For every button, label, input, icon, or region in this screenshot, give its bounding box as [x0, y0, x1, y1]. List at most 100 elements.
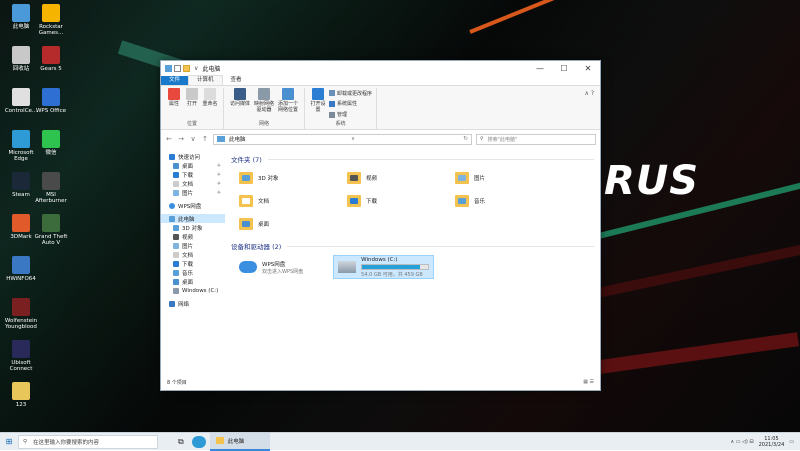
desktop-shortcut[interactable]: Rockstar Games... — [34, 4, 68, 36]
quick-access-dropdown-icon[interactable]: ∨ — [194, 65, 198, 72]
nav-quick-access[interactable]: 快速访问 — [161, 152, 225, 161]
folder-item[interactable]: 音乐 — [455, 191, 563, 210]
desktop-shortcut[interactable]: MSI Afterburner — [34, 172, 68, 204]
ribbon-group-label: 位置 — [186, 121, 197, 127]
up-button[interactable]: ↑ — [201, 135, 209, 143]
app-icon — [42, 88, 60, 106]
nav-desktop[interactable]: 桌面 ✈ — [161, 161, 225, 170]
minimize-button[interactable]: — — [528, 64, 552, 73]
folder-item[interactable]: 视频 — [347, 168, 455, 187]
app-icon — [42, 46, 60, 64]
desktop-shortcut-label: Wolfenstein Youngblood — [4, 318, 38, 330]
app-icon — [12, 340, 30, 358]
pin-icon: ✈ — [216, 180, 221, 187]
desktop-shortcut[interactable]: 微信 — [34, 130, 68, 156]
search-icon: ⚲ — [480, 136, 484, 142]
drives-group-header[interactable]: 设备和驱动器 (2) — [231, 241, 594, 251]
app-icon — [12, 130, 30, 148]
notification-icon[interactable]: ▭ — [789, 439, 794, 445]
desktop-shortcut[interactable]: 123 — [4, 382, 38, 408]
open-button[interactable]: 打开 — [183, 88, 201, 120]
nav-pc-item[interactable]: 下载 — [161, 259, 225, 268]
back-button[interactable]: ← — [165, 135, 173, 143]
start-button[interactable]: ⊞ — [0, 437, 18, 446]
nav-pc-item[interactable]: 3D 对象 — [161, 223, 225, 232]
open-settings-button[interactable]: 打开设置 — [309, 88, 327, 120]
taskbar-search-box[interactable]: ⚲ 在这里输入你要搜索的内容 — [18, 434, 158, 449]
nav-pc-item[interactable]: Windows (C:) — [161, 286, 225, 295]
tray-icons[interactable]: ∧ ▭ ◁) ⊟ — [730, 439, 753, 445]
access-media-button[interactable]: 访问媒体 — [228, 88, 252, 120]
properties-icon[interactable] — [174, 65, 181, 72]
drive-subtext: 双击进入WPS网盘 — [262, 268, 304, 275]
task-view-button[interactable]: ⧉ — [178, 437, 184, 447]
file-explorer-window[interactable]: ∨ 此电脑 — ☐ ✕ 文件 计算机 查看 属性 打开 重命名 位置 访问媒体 … — [160, 60, 601, 391]
desktop-shortcut[interactable]: Ubisoft Connect — [4, 340, 38, 372]
forward-button[interactable]: → — [177, 135, 185, 143]
app-icon — [12, 88, 30, 106]
nav-downloads[interactable]: 下载 ✈ — [161, 170, 225, 179]
address-bar[interactable]: 此电脑 ∨ ↻ — [213, 133, 472, 145]
new-folder-icon[interactable] — [183, 65, 190, 72]
ribbon-collapse-help[interactable]: ∧ ? — [579, 88, 600, 129]
folder-label: 视频 — [366, 175, 378, 182]
file-list: 文件夹 (7) 3D 对象 视频 图片文档 下载 音乐桌面 设备和驱动器 (2) WPS… — [225, 148, 600, 373]
recent-locations-button[interactable]: ∨ — [189, 135, 197, 143]
add-network-location-button[interactable]: 添加一个网络位置 — [276, 88, 300, 120]
drive-wps-cloud[interactable]: WPS网盘 双击进入WPS网盘 — [239, 255, 303, 279]
nav-pc-item[interactable]: 桌面 — [161, 277, 225, 286]
folder-item[interactable]: 桌面 — [239, 214, 347, 233]
folder-item[interactable]: 图片 — [455, 168, 563, 187]
desktop-shortcut[interactable]: ControlCe... — [4, 88, 38, 114]
folder-item[interactable]: 下载 — [347, 191, 455, 210]
desktop-shortcut[interactable]: HWiNFO64 — [4, 256, 38, 282]
desktop-shortcut[interactable]: Grand Theft Auto V — [34, 214, 68, 246]
nav-pc-item[interactable]: 文档 — [161, 250, 225, 259]
system-properties-button[interactable]: 系统属性 — [329, 100, 372, 107]
tab-view[interactable]: 查看 — [223, 76, 250, 85]
nav-pc-item[interactable]: 图片 — [161, 241, 225, 250]
folders-group-header[interactable]: 文件夹 (7) — [231, 154, 594, 164]
edge-icon[interactable] — [191, 435, 206, 448]
manage-button[interactable]: 管理 — [329, 111, 372, 118]
nav-pc-item[interactable]: 视频 — [161, 232, 225, 241]
nav-wps-cloud[interactable]: WPS网盘 — [161, 201, 225, 210]
properties-button[interactable]: 属性 — [165, 88, 183, 120]
desktop-shortcut[interactable]: 回收站 — [4, 46, 38, 72]
clock[interactable]: 11:05 2021/3/24 — [759, 436, 785, 448]
search-input[interactable]: ⚲ 搜索"此电脑" — [476, 133, 596, 145]
nav-pictures[interactable]: 图片 ✈ — [161, 188, 225, 197]
nav-this-pc[interactable]: 此电脑 — [161, 214, 225, 223]
folder-item[interactable]: 3D 对象 — [239, 168, 347, 187]
view-mode-buttons[interactable]: ▦ ☰ — [583, 379, 594, 385]
maximize-button[interactable]: ☐ — [552, 64, 576, 73]
desktop-shortcut-label: 此电脑 — [12, 24, 30, 30]
nav-documents[interactable]: 文档 ✈ — [161, 179, 225, 188]
programs-icon — [329, 90, 335, 97]
rename-button[interactable]: 重命名 — [201, 88, 219, 120]
uninstall-program-button[interactable]: 卸载或更改程序 — [329, 90, 372, 97]
system-icon — [329, 100, 335, 107]
nav-pc-item[interactable]: 音乐 — [161, 268, 225, 277]
desktop-shortcut[interactable]: Microsoft Edge — [4, 130, 38, 162]
folder-icon — [455, 194, 469, 207]
desktop-shortcut-label: ControlCe... — [4, 108, 38, 114]
desktop-shortcut[interactable]: Steam — [4, 172, 38, 198]
taskbar-app-this-pc[interactable]: 此电脑 — [209, 432, 270, 451]
desktop-shortcut[interactable]: WPS Office — [34, 88, 68, 114]
folder-item[interactable]: 文档 — [239, 191, 347, 210]
tab-file[interactable]: 文件 — [161, 76, 189, 85]
desktop-shortcut[interactable]: Gears 5 — [34, 46, 68, 72]
nav-network[interactable]: 网络 — [161, 299, 225, 308]
title-bar[interactable]: ∨ 此电脑 — ☐ ✕ — [161, 61, 600, 76]
desktop-shortcut[interactable]: 此电脑 — [4, 4, 38, 30]
desktop-shortcut-label: 微信 — [45, 150, 57, 156]
desktop-shortcut[interactable]: 3DMark — [4, 214, 38, 240]
tab-computer[interactable]: 计算机 — [188, 75, 223, 85]
desktop-shortcut[interactable]: Wolfenstein Youngblood — [4, 298, 38, 330]
refresh-button[interactable]: ↻ — [460, 136, 471, 142]
address-dropdown-button[interactable]: ∨ — [348, 136, 358, 142]
map-network-drive-button[interactable]: 映射网络驱动器 — [252, 88, 276, 120]
close-button[interactable]: ✕ — [576, 64, 600, 73]
drive-windows-c[interactable]: Windows (C:) 54.0 GB 可用，共 459 GB — [333, 255, 435, 279]
